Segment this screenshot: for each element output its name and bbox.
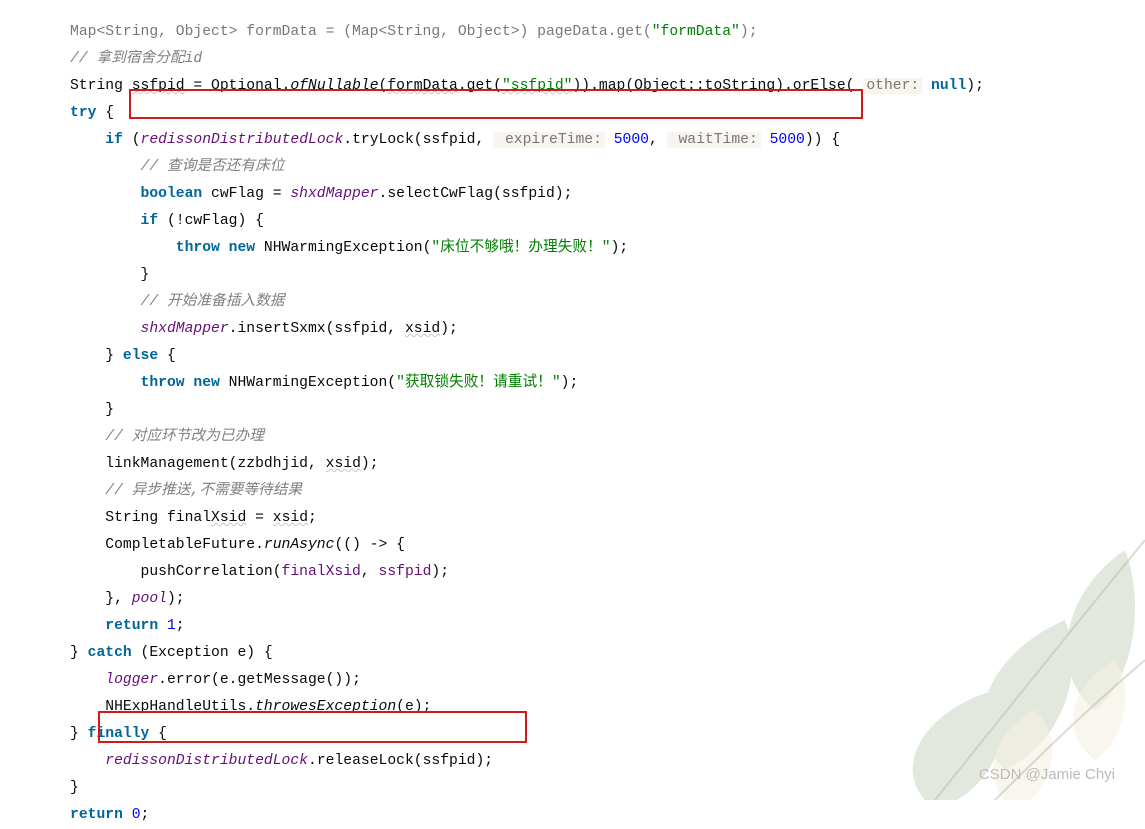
code-line: linkManagement(zzbdhjid, xsid); [105, 456, 378, 472]
code-line: CompletableFuture.runAsync(() -> { [105, 537, 405, 553]
code-comment: // 拿到宿舍分配id [70, 51, 202, 67]
code-line: return 0; [70, 807, 149, 823]
code-line: if (!cwFlag) { [141, 213, 264, 229]
code-line: boolean cwFlag = shxdMapper.selectCwFlag… [141, 186, 573, 202]
code-line: try { [70, 105, 114, 121]
watermark-text: CSDN @Jamie Chyi [979, 761, 1115, 788]
code-line: Map<String, Object> formData = (Map<Stri… [70, 24, 758, 40]
code-line: String finalXsid = xsid; [105, 510, 317, 526]
code-comment: // 异步推送,不需要等待结果 [105, 483, 302, 499]
code-comment: // 开始准备插入数据 [141, 294, 285, 310]
code-line: pushCorrelation(finalXsid, ssfpid); [141, 564, 450, 580]
code-comment: // 查询是否还有床位 [141, 159, 285, 175]
code-line: } [70, 780, 79, 796]
code-line: NHExpHandleUtils.throwesException(e); [105, 699, 431, 715]
code-line: } finally { [70, 726, 167, 742]
code-line: String ssfpid = Optional.ofNullable(form… [70, 78, 984, 94]
code-line: return 1; [105, 618, 184, 634]
code-line: redissonDistributedLock.releaseLock(ssfp… [105, 753, 493, 769]
code-line: if (redissonDistributedLock.tryLock(ssfp… [105, 132, 840, 148]
code-line: throw new NHWarmingException("获取锁失败！请重试！… [141, 375, 579, 391]
code-line: }, pool); [105, 591, 184, 607]
code-line: } [141, 267, 150, 283]
code-line: } [105, 402, 114, 418]
code-line: throw new NHWarmingException("床位不够哦！办理失败… [176, 240, 628, 256]
code-editor: Map<String, Object> formData = (Map<Stri… [0, 0, 1145, 829]
code-line: logger.error(e.getMessage()); [105, 672, 361, 688]
code-line: } else { [105, 348, 176, 364]
code-line: shxdMapper.insertSxmx(ssfpid, xsid); [141, 321, 458, 337]
code-comment: // 对应环节改为已办理 [105, 429, 264, 445]
code-line: } catch (Exception e) { [70, 645, 273, 661]
